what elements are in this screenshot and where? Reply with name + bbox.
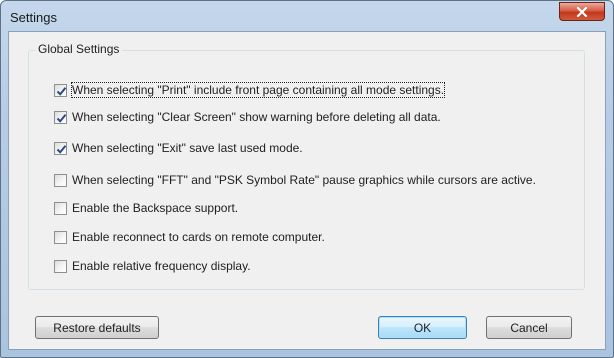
window-title: Settings [10, 10, 57, 25]
checkmark-icon [56, 113, 67, 123]
option-label: Enable relative frequency display. [72, 259, 251, 273]
option-relative-frequency[interactable]: Enable relative frequency display. [54, 257, 251, 275]
option-exit-save-mode[interactable]: When selecting "Exit" save last used mod… [54, 139, 303, 157]
checkbox[interactable] [54, 141, 67, 155]
checkmark-icon [56, 86, 67, 96]
checkbox[interactable] [54, 201, 67, 215]
option-clear-screen-warning[interactable]: When selecting "Clear Screen" show warni… [54, 108, 441, 126]
cancel-button[interactable]: Cancel [486, 316, 572, 339]
restore-defaults-button[interactable]: Restore defaults [35, 316, 159, 339]
option-label: When selecting "FFT" and "PSK Symbol Rat… [72, 173, 536, 187]
option-backspace-support[interactable]: Enable the Backspace support. [54, 199, 238, 217]
ok-button[interactable]: OK [378, 316, 467, 339]
checkbox[interactable] [54, 230, 67, 244]
option-label: When selecting "Print" include front pag… [70, 82, 446, 98]
title-bar[interactable]: Settings [1, 1, 613, 31]
group-title: Global Settings [35, 42, 123, 56]
checkmark-icon [56, 144, 67, 154]
close-icon [576, 6, 588, 17]
option-label: Enable the Backspace support. [72, 201, 239, 215]
option-fft-pause-graphics[interactable]: When selecting "FFT" and "PSK Symbol Rat… [54, 171, 536, 189]
checkbox[interactable] [54, 173, 67, 187]
option-label: Enable reconnect to cards on remote comp… [72, 230, 325, 244]
option-label: When selecting "Clear Screen" show warni… [72, 110, 441, 124]
option-print-front-page[interactable]: When selecting "Print" include front pag… [54, 81, 446, 99]
checkbox[interactable] [54, 83, 67, 97]
close-button[interactable] [559, 2, 605, 21]
checkbox[interactable] [54, 259, 67, 273]
option-reconnect-remote[interactable]: Enable reconnect to cards on remote comp… [54, 228, 325, 246]
checkbox[interactable] [54, 110, 67, 124]
option-label: When selecting "Exit" save last used mod… [72, 141, 303, 155]
